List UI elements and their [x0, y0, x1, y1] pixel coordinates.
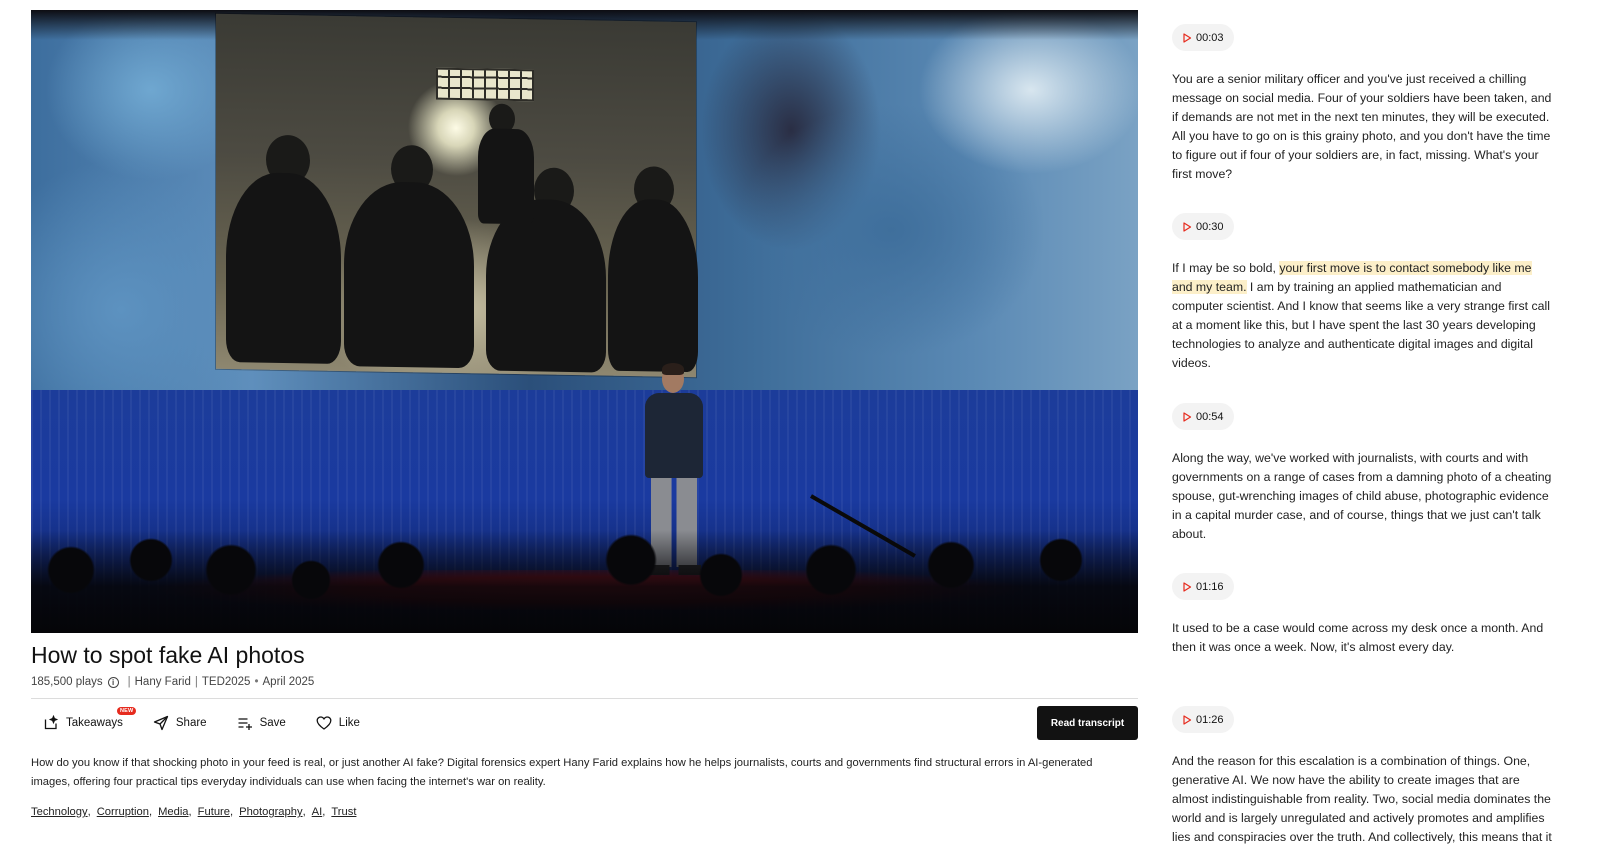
takeaways-button[interactable]: Takeaways NEW: [43, 707, 137, 731]
talk-meta: 185,500 plays i | Hany Farid | TED2025 •…: [31, 676, 314, 688]
play-icon: [1183, 714, 1192, 725]
topic-tag-link[interactable]: Future: [198, 806, 230, 818]
topic-tag-link[interactable]: Media: [158, 806, 188, 818]
video-player[interactable]: [31, 10, 1138, 633]
kneeling-figure: [226, 171, 341, 364]
separator: |: [194, 676, 198, 688]
transcript-paragraph: 00:30 If I may be so bold, your first mo…: [1172, 213, 1552, 373]
timestamp-label: 00:30: [1196, 220, 1224, 233]
date-separator: •: [254, 676, 259, 688]
save-button[interactable]: Save: [237, 715, 286, 731]
transcript-paragraph: 00:54 Along the way, we've worked with j…: [1172, 403, 1552, 544]
transcript-paragraph: 00:03 You are a senior military officer …: [1172, 24, 1552, 184]
new-badge: NEW: [117, 707, 137, 715]
tag-separator: ,: [148, 806, 153, 818]
tag-separator: ,: [322, 806, 326, 818]
share-button[interactable]: Share: [153, 715, 207, 731]
transcript-text[interactable]: Along the way, we've worked with journal…: [1172, 449, 1552, 544]
timestamp-button[interactable]: 00:03: [1172, 24, 1234, 51]
like-label: Like: [338, 717, 360, 729]
talk-description: How do you know if that shocking photo i…: [31, 757, 1093, 788]
topic-tag-link[interactable]: Trust: [331, 806, 356, 818]
timestamp-button[interactable]: 01:26: [1172, 706, 1234, 733]
standing-guard: [478, 128, 534, 225]
tag-separator: ,: [230, 806, 234, 818]
tag-separator: ,: [87, 806, 91, 818]
event-name[interactable]: TED2025: [202, 676, 251, 688]
sparkle-icon: [44, 715, 59, 730]
transcript-text[interactable]: It used to be a case would come across m…: [1172, 619, 1552, 657]
barred-window: [436, 67, 534, 102]
topic-tag-link[interactable]: AI: [312, 806, 323, 818]
divider: [31, 698, 1138, 699]
share-label: Share: [175, 717, 207, 729]
send-icon: [153, 715, 169, 731]
like-button[interactable]: Like: [316, 715, 360, 731]
timestamp-label: 01:16: [1196, 580, 1224, 593]
save-label: Save: [259, 717, 286, 729]
kneeling-figure: [344, 181, 474, 369]
transcript-text-before: If I may be so bold,: [1172, 261, 1280, 275]
transcript-text[interactable]: And the reason for this escalation is a …: [1172, 752, 1552, 849]
transcript-paragraph: 01:26 And the reason for this escalation…: [1172, 706, 1552, 849]
tag-separator: ,: [302, 806, 306, 818]
talk-date: April 2025: [262, 676, 315, 688]
play-count: 185,500 plays: [31, 676, 103, 688]
speaker-name[interactable]: Hany Farid: [135, 676, 191, 688]
info-icon[interactable]: i: [107, 676, 119, 688]
audience: [31, 530, 1138, 633]
kneeling-figure: [608, 198, 698, 373]
heart-icon: [316, 716, 332, 730]
topic-tag-link[interactable]: Technology: [31, 806, 88, 818]
play-icon: [1183, 32, 1192, 43]
topic-tag-link[interactable]: Corruption: [97, 806, 149, 818]
separator: |: [127, 676, 131, 688]
topic-tag-link[interactable]: Photography: [239, 806, 302, 818]
play-icon: [1183, 411, 1192, 422]
timestamp-label: 01:26: [1196, 713, 1224, 726]
playlist-add-icon: [238, 718, 252, 730]
topic-tags: Technology, Corruption, Media, Future, Photo…: [31, 806, 356, 818]
talk-title: How to spot fake AI photos: [31, 642, 305, 668]
transcript-text[interactable]: If I may be so bold, your first move is …: [1172, 259, 1552, 373]
timestamp-label: 00:54: [1196, 410, 1224, 423]
projected-photo: [216, 13, 698, 378]
timestamp-button[interactable]: 00:30: [1172, 213, 1234, 240]
read-transcript-button[interactable]: Read transcript: [1037, 706, 1138, 740]
timestamp-button[interactable]: 00:54: [1172, 403, 1234, 430]
transcript-paragraph: 01:16 It used to be a case would come ac…: [1172, 573, 1552, 657]
action-bar: Takeaways NEW Share Save Like: [43, 707, 390, 735]
takeaways-label: Takeaways: [66, 717, 123, 729]
play-icon: [1183, 221, 1192, 232]
play-icon: [1183, 581, 1192, 592]
timestamp-button[interactable]: 01:16: [1172, 573, 1234, 600]
timestamp-label: 00:03: [1196, 31, 1224, 44]
kneeling-figure: [486, 198, 606, 373]
tag-separator: ,: [188, 806, 192, 818]
transcript-text[interactable]: You are a senior military officer and yo…: [1172, 70, 1552, 184]
